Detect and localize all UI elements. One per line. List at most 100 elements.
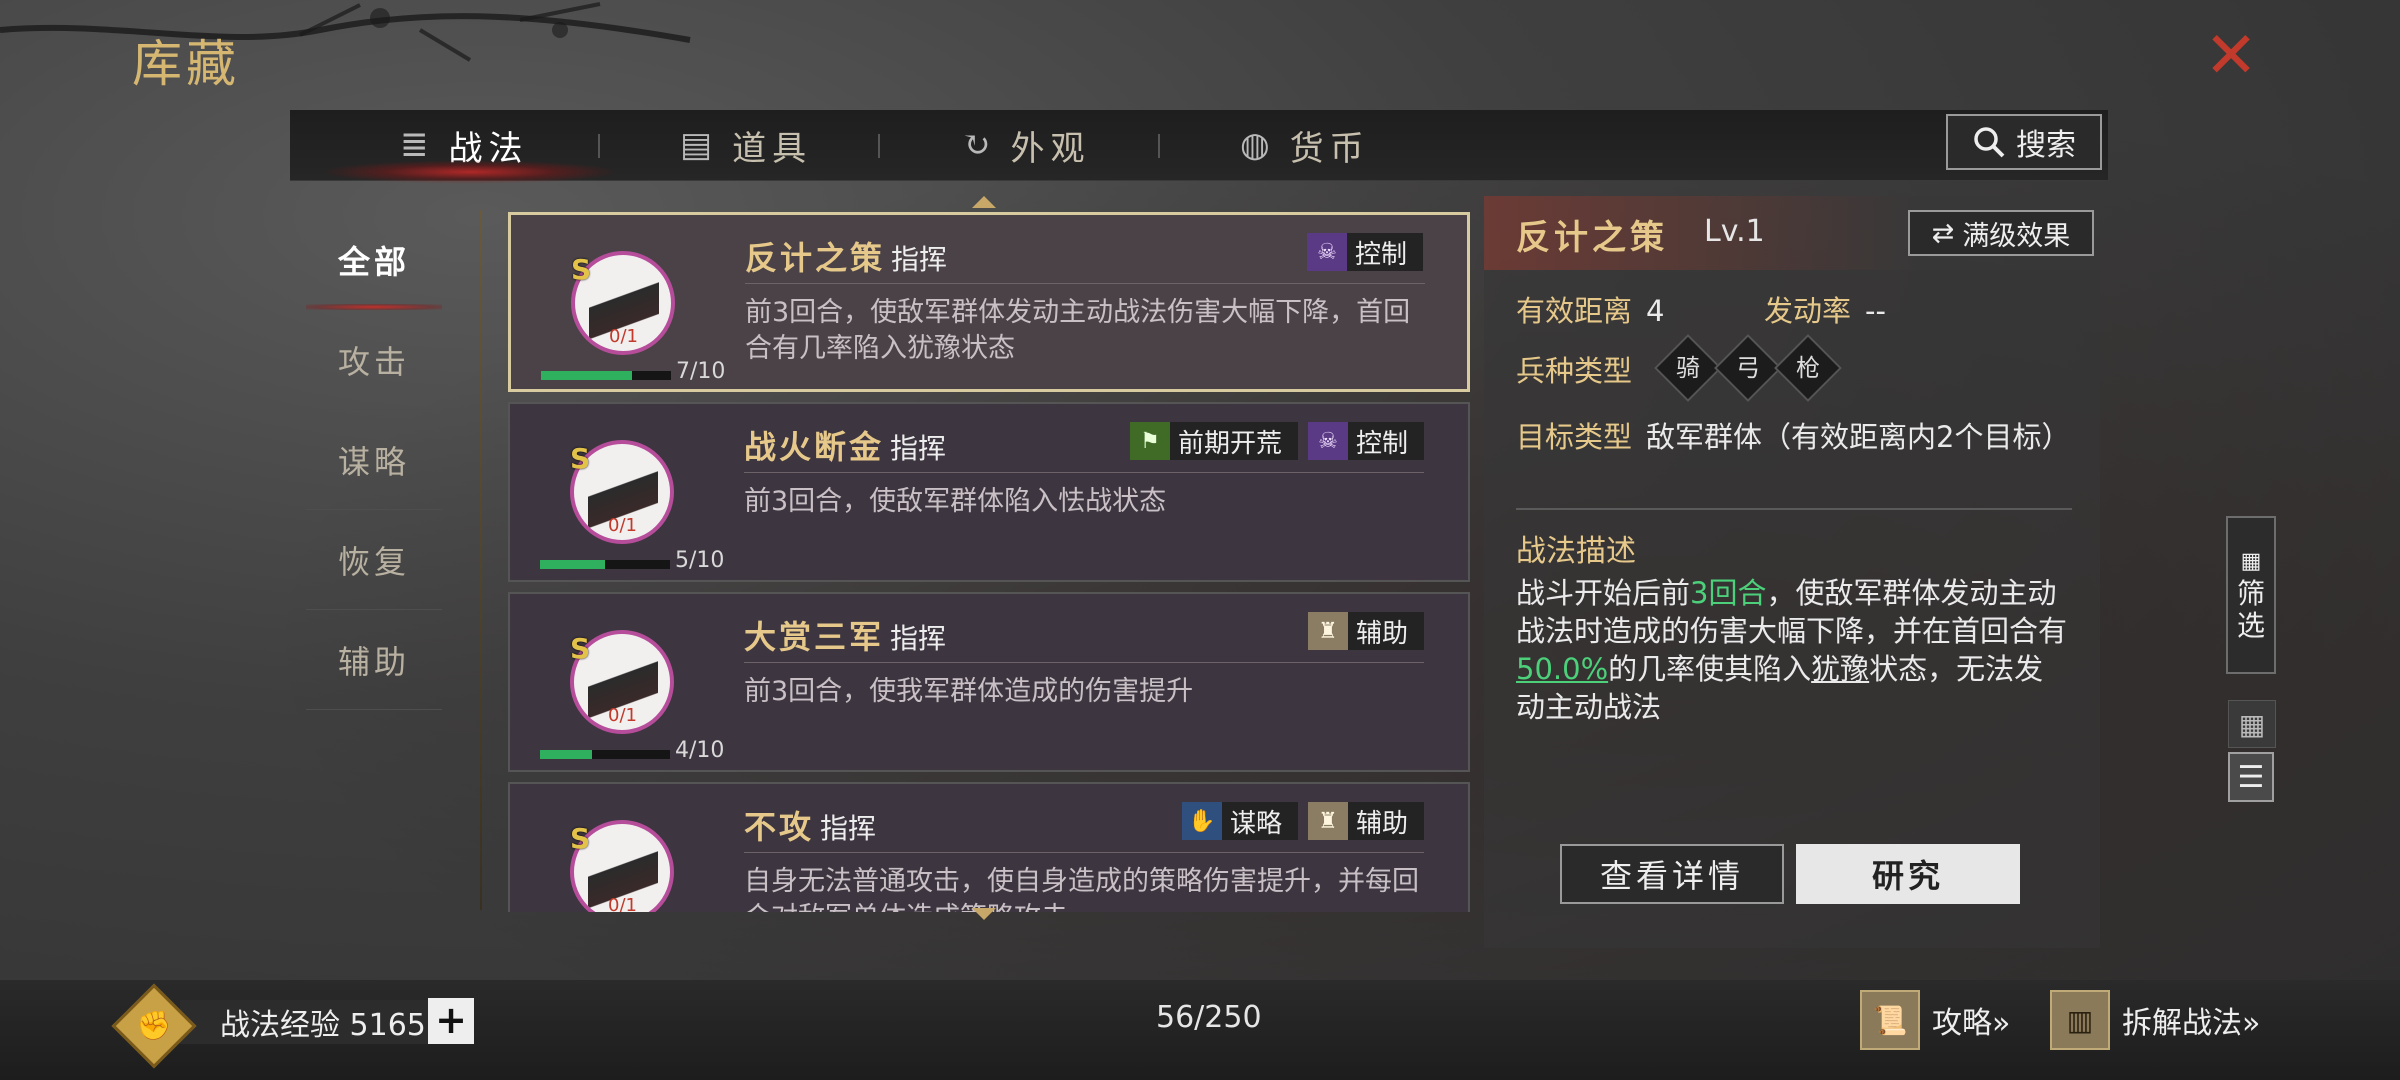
progress-fill bbox=[541, 371, 632, 380]
decompose-tactic-button[interactable]: ▥ 拆解战法» bbox=[2050, 990, 2260, 1050]
skull-icon: ☠ bbox=[1307, 422, 1348, 460]
progress-bar bbox=[541, 371, 671, 380]
rate-row: 发动率 -- bbox=[1764, 294, 1886, 328]
tactic-card-bugong[interactable]: 0/1 S 不攻 指挥 ✋ 谋略 ♜ 辅助 自身无法普通攻击，使自身造成的策略伤害提升… bbox=[508, 782, 1470, 912]
highlight-chance[interactable]: 50.0% bbox=[1516, 652, 1608, 686]
tactic-card-zhanhuoduanjin[interactable]: 0/1 S 5/10 战火断金 指挥 ⚑ 前期开荒 ☠ 控制 前3回合，使敌军群体陷入… bbox=[508, 402, 1470, 582]
active-tab-indicator bbox=[320, 160, 620, 184]
tactic-description: 前3回合，使敌军群体陷入怯战状态 bbox=[744, 486, 1167, 517]
rank-badge: S bbox=[570, 632, 591, 665]
fragment-count: 4/10 bbox=[675, 738, 725, 763]
tag-group: ♜ 辅助 bbox=[1307, 612, 1424, 650]
category-recovery[interactable]: 恢复 bbox=[306, 510, 442, 610]
filter-button[interactable]: ▦ 筛 选 bbox=[2226, 516, 2276, 674]
target-row: 目标类型 敌军群体（有效距离内2个目标） bbox=[1516, 420, 2071, 454]
tab-currency[interactable]: ◍ 货币 bbox=[1240, 110, 1370, 180]
scroll-bundle-icon: ▥ bbox=[2050, 990, 2110, 1050]
tactic-level: 0/1 bbox=[608, 895, 637, 912]
list-view-toggle[interactable]: ☰ bbox=[2228, 752, 2274, 802]
card-divider bbox=[744, 852, 1424, 853]
search-icon bbox=[1974, 127, 2005, 158]
tag-early-game: ⚑ 前期开荒 bbox=[1129, 422, 1298, 460]
progress-fill bbox=[540, 750, 592, 759]
tactic-list[interactable]: 0/1 S 7/10 反计之策 指挥 ☠ 控制 前3回合，使敌军群体发动主动战法伤害… bbox=[508, 210, 1470, 912]
tab-label: 外观 bbox=[1010, 128, 1091, 169]
card-divider bbox=[744, 472, 1424, 473]
tactic-kind: 指挥 bbox=[890, 622, 947, 655]
research-button[interactable]: 研究 bbox=[1796, 844, 2020, 904]
category-nav: 全部 攻击 谋略 恢复 辅助 bbox=[306, 210, 442, 710]
tab-items[interactable]: ▤ 道具 bbox=[680, 110, 812, 180]
tab-appearance[interactable]: ↻ 外观 bbox=[962, 110, 1091, 180]
tab-label: 道具 bbox=[732, 128, 813, 169]
detail-divider bbox=[1516, 508, 2072, 510]
tab-divider bbox=[878, 134, 880, 158]
tag-support: ♜ 辅助 bbox=[1307, 612, 1424, 650]
unit-type-label: 兵种类型 bbox=[1516, 354, 1633, 388]
tactic-level: 0/1 bbox=[608, 515, 637, 536]
tactic-card-fanjizhice[interactable]: 0/1 S 7/10 反计之策 指挥 ☠ 控制 前3回合，使敌军群体发动主动战法伤害… bbox=[508, 212, 1470, 392]
max-level-effect-button[interactable]: ⇄ 满级效果 bbox=[1908, 210, 2094, 256]
tag-strategy: ✋ 谋略 bbox=[1181, 802, 1298, 840]
tactic-level: 0/1 bbox=[608, 705, 637, 726]
guide-button[interactable]: 📜 攻略» bbox=[1860, 990, 2010, 1050]
highlight-rounds: 3回合 bbox=[1690, 576, 1767, 610]
tag-support: ♜ 辅助 bbox=[1307, 802, 1424, 840]
tactic-level: 0/1 bbox=[609, 326, 638, 347]
tab-divider bbox=[1158, 134, 1160, 158]
category-all[interactable]: 全部 bbox=[306, 210, 442, 310]
progress-bar bbox=[540, 560, 670, 569]
tactic-name: 不攻 指挥 bbox=[744, 808, 877, 846]
tag-group: ☠ 控制 bbox=[1306, 233, 1423, 271]
progress-bar bbox=[540, 750, 670, 759]
scroll-icon: ≣ bbox=[400, 125, 435, 165]
skull-icon: ☠ bbox=[1306, 233, 1347, 271]
grid-small-icon: ▦ bbox=[2240, 548, 2262, 574]
card-divider bbox=[744, 662, 1424, 663]
filter-label: 筛 选 bbox=[2236, 576, 2265, 642]
helmet-icon: ♜ bbox=[1307, 612, 1348, 650]
description-title: 战法描述 bbox=[1516, 534, 1636, 569]
tactic-kind: 指挥 bbox=[891, 243, 948, 276]
category-strategy[interactable]: 谋略 bbox=[306, 410, 442, 510]
search-label: 搜索 bbox=[2016, 128, 2076, 163]
view-details-button[interactable]: 查看详情 bbox=[1560, 844, 1784, 904]
fragment-count: 7/10 bbox=[676, 359, 726, 384]
refresh-icon: ↻ bbox=[962, 125, 997, 165]
tactic-full-description: 战斗开始后前3回合，使敌军群体发动主动战法时造成的伤害大幅下降，并在首回合有50… bbox=[1516, 576, 2068, 724]
grid-view-toggle[interactable]: ▦ bbox=[2228, 700, 2276, 748]
ink-branch-decoration bbox=[0, 2, 691, 62]
tactic-card-dashangsanjun[interactable]: 0/1 S 4/10 大赏三军 指挥 ♜ 辅助 前3回合，使我军群体造成的伤害提升 bbox=[508, 592, 1470, 772]
progress-fill bbox=[540, 560, 605, 569]
target-value: 敌军群体（有效距离内2个目标） bbox=[1646, 420, 2071, 454]
card-divider bbox=[745, 283, 1425, 284]
category-attack[interactable]: 攻击 bbox=[306, 310, 442, 410]
archer-icon: 弓 bbox=[1714, 334, 1782, 402]
search-button[interactable]: 搜索 bbox=[1946, 114, 2102, 170]
close-button[interactable]: ✕ bbox=[2196, 24, 2266, 88]
scroll-up-indicator bbox=[972, 196, 996, 208]
tactic-name: 反计之策 指挥 bbox=[745, 239, 948, 277]
tactic-description: 前3回合，使我军群体造成的伤害提升 bbox=[744, 676, 1194, 707]
tactic-exp: 战法经验 5165 bbox=[180, 1000, 446, 1044]
status-link-hesitate[interactable]: 犹豫 bbox=[1811, 652, 1869, 686]
detail-name: 反计之策 bbox=[1516, 218, 1668, 258]
tag-group: ⚑ 前期开荒 ☠ 控制 bbox=[1129, 422, 1424, 460]
tab-label: 货币 bbox=[1289, 128, 1370, 169]
add-exp-button[interactable]: + bbox=[428, 998, 474, 1044]
detail-level: Lv.1 bbox=[1704, 214, 1765, 249]
swap-icon: ⇄ bbox=[1931, 217, 1955, 249]
range-value: 4 bbox=[1646, 294, 1665, 328]
book-icon: 📜 bbox=[1860, 990, 1920, 1050]
category-support[interactable]: 辅助 bbox=[306, 610, 442, 710]
rank-badge: S bbox=[571, 253, 592, 286]
grid-icon: ▦ bbox=[2238, 707, 2266, 741]
cavalry-icon: 骑 bbox=[1654, 334, 1722, 402]
tactic-name: 大赏三军 指挥 bbox=[744, 618, 947, 656]
tactic-description: 自身无法普通攻击，使自身造成的策略伤害提升，并每回合对敌军单体造成策略攻击 bbox=[744, 866, 1419, 912]
scroll-down-indicator bbox=[972, 908, 996, 920]
tactic-count: 56/250 bbox=[1156, 1000, 1262, 1035]
fragment-count: 5/10 bbox=[675, 548, 725, 573]
tag-group: ✋ 谋略 ♜ 辅助 bbox=[1181, 802, 1424, 840]
rank-badge: S bbox=[570, 822, 591, 855]
